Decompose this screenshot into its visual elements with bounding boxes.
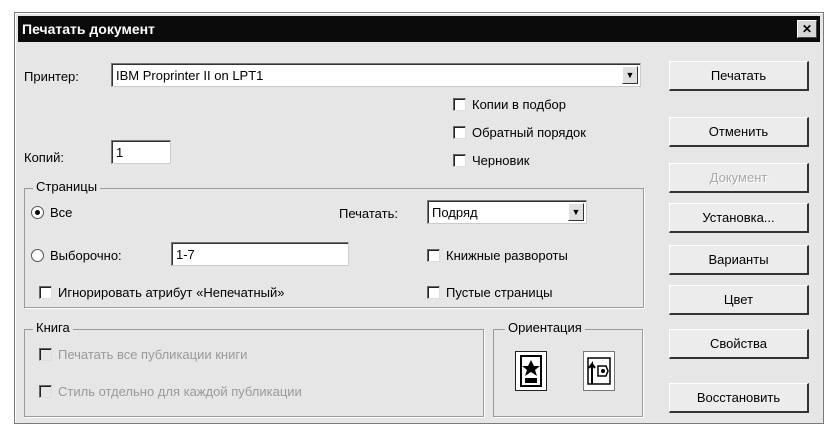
blank-pages-checkbox[interactable]: Пустые страницы xyxy=(427,285,552,300)
close-icon[interactable]: ✕ xyxy=(797,20,817,38)
collate-box[interactable] xyxy=(453,98,466,111)
draft-box[interactable] xyxy=(453,154,466,167)
reverse-order-box[interactable] xyxy=(453,126,466,139)
pages-all-label: Все xyxy=(50,205,73,220)
color-button[interactable]: Цвет xyxy=(669,285,809,315)
title-bar: Печатать документ ✕ xyxy=(18,16,820,42)
landscape-orientation-icon[interactable] xyxy=(583,351,615,391)
print-order-select[interactable]: Подряд ▼ xyxy=(427,200,587,224)
blank-pages-label: Пустые страницы xyxy=(446,285,553,300)
variants-button[interactable]: Варианты xyxy=(669,245,809,275)
pages-all-radio[interactable]: Все xyxy=(31,205,72,220)
chevron-down-icon[interactable]: ▼ xyxy=(622,66,638,84)
blank-pages-box[interactable] xyxy=(427,286,440,299)
orientation-group-title: Ориентация xyxy=(505,320,585,335)
pages-selection-radio[interactable]: Выборочно: xyxy=(31,248,122,263)
pages-selection-label: Выборочно: xyxy=(50,248,122,263)
print-all-publications-label: Печатать все публикации книги xyxy=(58,347,248,362)
reverse-order-checkbox[interactable]: Обратный порядок xyxy=(453,125,586,140)
ignore-nonprinting-checkbox[interactable]: Игнорировать атрибут «Непечатный» xyxy=(39,285,284,300)
pages-all-radio-dot[interactable] xyxy=(31,206,44,219)
restore-button[interactable]: Восстановить xyxy=(669,383,809,413)
print-order-label: Печатать: xyxy=(339,206,398,221)
separate-style-label: Стиль отдельно для каждой публикации xyxy=(58,384,302,399)
draft-checkbox[interactable]: Черновик xyxy=(453,153,529,168)
print-button[interactable]: Печатать xyxy=(669,61,809,91)
print-all-publications-checkbox[interactable]: Печатать все публикации книги xyxy=(39,347,247,362)
copies-input[interactable]: 1 xyxy=(111,140,171,164)
pages-group-title: Страницы xyxy=(33,179,101,194)
window-title: Печатать документ xyxy=(22,21,155,37)
properties-button[interactable]: Свойства xyxy=(669,329,809,359)
printer-select[interactable]: IBM Proprinter II on LPT1 ▼ xyxy=(111,63,641,87)
print-all-publications-box[interactable] xyxy=(39,348,52,361)
book-spreads-checkbox[interactable]: Книжные развороты xyxy=(427,248,568,263)
collate-checkbox[interactable]: Копии в подбор xyxy=(453,97,566,112)
printer-select-value: IBM Proprinter II on LPT1 xyxy=(116,67,264,83)
print-order-value: Подряд xyxy=(432,204,478,220)
document-button[interactable]: Документ xyxy=(669,163,809,193)
printer-label: Принтер: xyxy=(24,69,79,84)
page-range-value: 1-7 xyxy=(176,246,195,262)
draft-label: Черновик xyxy=(472,153,530,168)
reverse-order-label: Обратный порядок xyxy=(472,125,586,140)
ignore-nonprinting-label: Игнорировать атрибут «Непечатный» xyxy=(58,285,285,300)
portrait-orientation-icon[interactable] xyxy=(515,351,547,391)
cancel-button[interactable]: Отменить xyxy=(669,117,809,147)
page-range-input[interactable]: 1-7 xyxy=(171,242,349,266)
book-group xyxy=(24,329,484,417)
separate-style-box[interactable] xyxy=(39,385,52,398)
copies-label: Копий: xyxy=(24,150,64,165)
book-spreads-label: Книжные развороты xyxy=(446,248,568,263)
collate-label: Копии в подбор xyxy=(472,97,566,112)
copies-value: 1 xyxy=(116,144,124,160)
ignore-nonprinting-box[interactable] xyxy=(39,286,52,299)
chevron-down-icon[interactable]: ▼ xyxy=(568,203,584,221)
book-spreads-box[interactable] xyxy=(427,249,440,262)
setup-button[interactable]: Установка... xyxy=(669,203,809,233)
print-dialog: Печатать документ ✕ Принтер: IBM Proprin… xyxy=(14,12,824,424)
pages-selection-radio-dot[interactable] xyxy=(31,249,44,262)
book-group-title: Книга xyxy=(33,320,73,335)
separate-style-checkbox[interactable]: Стиль отдельно для каждой публикации xyxy=(39,384,302,399)
